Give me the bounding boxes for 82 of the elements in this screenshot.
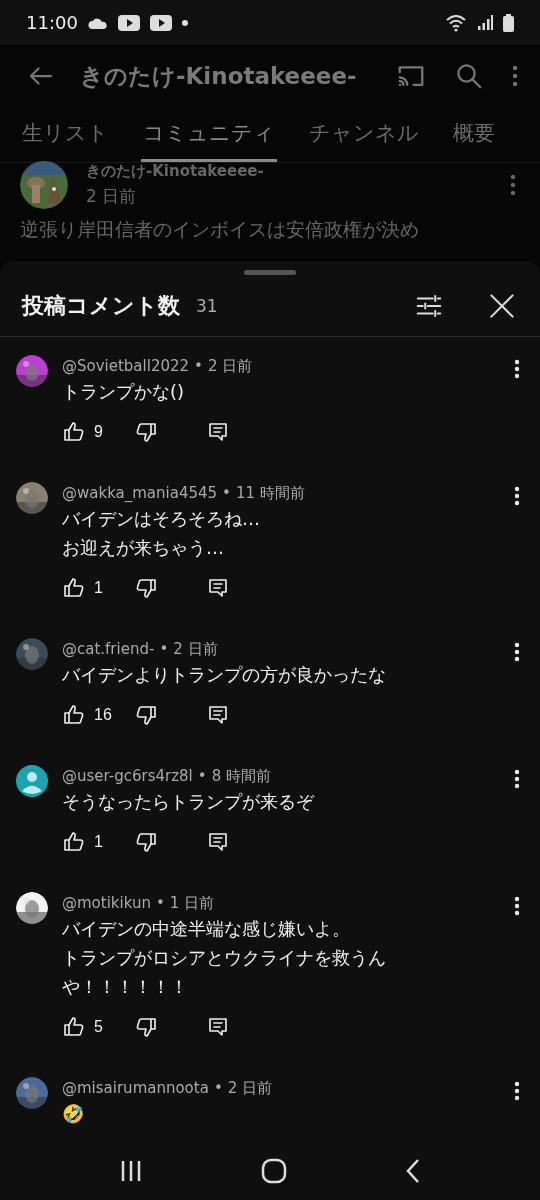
comment-author[interactable]: @cat.friend- <box>62 638 155 660</box>
comment-time: 2 日前 <box>227 1078 273 1099</box>
home-icon <box>261 1158 287 1184</box>
comment-count: 31 <box>196 295 219 316</box>
tab[interactable]: コミュニティ <box>141 107 277 162</box>
battery-icon <box>503 13 514 32</box>
comment-text: や！！！！！！ <box>62 975 189 999</box>
like-count: 5 <box>94 1018 103 1036</box>
like-count: 16 <box>94 706 112 724</box>
comment-author[interactable]: @user-gc6rs4rz8l <box>62 765 193 787</box>
thumbs-down-icon <box>134 420 158 444</box>
comment-text: バイデンの中途半端な感じ嫌いよ。 <box>62 917 351 941</box>
more-icon <box>514 642 520 662</box>
comment-time: 2 日前 <box>173 639 218 660</box>
thumbs-down-icon <box>134 576 158 600</box>
status-time: 11:00 <box>26 12 78 33</box>
comment-author[interactable]: @misairumannoota <box>62 1077 209 1099</box>
back-chevron-icon <box>405 1158 421 1184</box>
reply-icon <box>206 703 230 727</box>
post-time: 2 日前 <box>86 185 138 208</box>
thumbs-down-icon <box>134 1015 158 1039</box>
thumbs-up-icon <box>62 420 86 444</box>
reply-icon <box>206 420 230 444</box>
like-count: 1 <box>94 579 103 597</box>
separator: • <box>213 1079 223 1097</box>
separator: • <box>222 484 231 502</box>
more-icon <box>510 174 516 196</box>
comment-time: 1 日前 <box>169 893 215 914</box>
tab[interactable]: 生リスト <box>20 107 111 162</box>
more-icon <box>514 359 520 379</box>
comment-text: バイデンはそろそろね… <box>62 507 261 531</box>
separator: • <box>159 640 169 658</box>
comment-text: トランプかな() <box>62 380 186 404</box>
post-text: 逆張り岸田信者のインボイスは安倍政権が決め <box>20 217 420 242</box>
sheet-title: 投稿コメント数 <box>22 291 180 320</box>
channel-title: きのたけ-Kinotakeeee- <box>80 61 358 91</box>
post-author: きのたけ-Kinotakeeee- <box>86 162 265 181</box>
wifi-icon <box>445 13 467 32</box>
thumbs-down-icon <box>134 830 158 854</box>
comment-author[interactable]: @motikikun <box>62 892 151 914</box>
more-icon <box>514 1081 520 1101</box>
like-button[interactable]: 16 <box>62 703 134 727</box>
comment-text: お迎えが来ちゃう… <box>62 536 225 560</box>
drag-handle[interactable] <box>244 270 296 275</box>
reply-icon <box>206 1015 230 1039</box>
like-button[interactable]: 1 <box>62 830 134 854</box>
video-app-icon <box>117 14 140 31</box>
tab[interactable]: 概要 <box>451 107 497 162</box>
like-count: 9 <box>94 423 103 441</box>
like-button[interactable]: 5 <box>62 1015 134 1039</box>
like-button[interactable]: 1 <box>62 576 134 600</box>
thumbs-up-icon <box>62 830 86 854</box>
comment-time: 11 時間前 <box>235 483 305 504</box>
separator: • <box>155 894 165 912</box>
more-icon <box>512 65 518 87</box>
comment-text: そうなったらトランプが来るぞ <box>62 790 316 814</box>
recents-icon <box>119 1159 143 1183</box>
comment-text: 🤣 <box>62 1102 85 1126</box>
search-icon <box>454 61 484 91</box>
thumbs-up-icon <box>62 1015 86 1039</box>
more-icon <box>514 769 520 789</box>
comment-author[interactable]: @wakka_mania4545 <box>62 482 218 504</box>
thumbs-up-icon <box>62 576 86 600</box>
more-icon <box>514 486 520 506</box>
signal-icon <box>477 14 493 31</box>
thumbs-up-icon <box>62 703 86 727</box>
like-count: 1 <box>94 833 103 851</box>
comment-author[interactable]: @Sovietball2022 <box>62 355 190 377</box>
reply-icon <box>206 576 230 600</box>
like-button[interactable]: 9 <box>62 420 134 444</box>
comment-text: トランプがロシアとウクライナを救うん <box>62 946 387 970</box>
comment-text: バイデンよりトランプの方が良かったな <box>62 663 387 687</box>
dot-icon <box>181 19 188 26</box>
thumbs-down-icon <box>134 703 158 727</box>
more-icon <box>514 896 520 916</box>
separator: • <box>194 357 203 375</box>
separator: • <box>197 767 207 785</box>
comment-time: 8 時間前 <box>211 766 271 787</box>
video-app-icon <box>149 14 172 31</box>
comment-time: 2 日前 <box>207 356 253 377</box>
reply-icon <box>206 830 230 854</box>
tab[interactable]: チャンネル <box>307 107 421 162</box>
